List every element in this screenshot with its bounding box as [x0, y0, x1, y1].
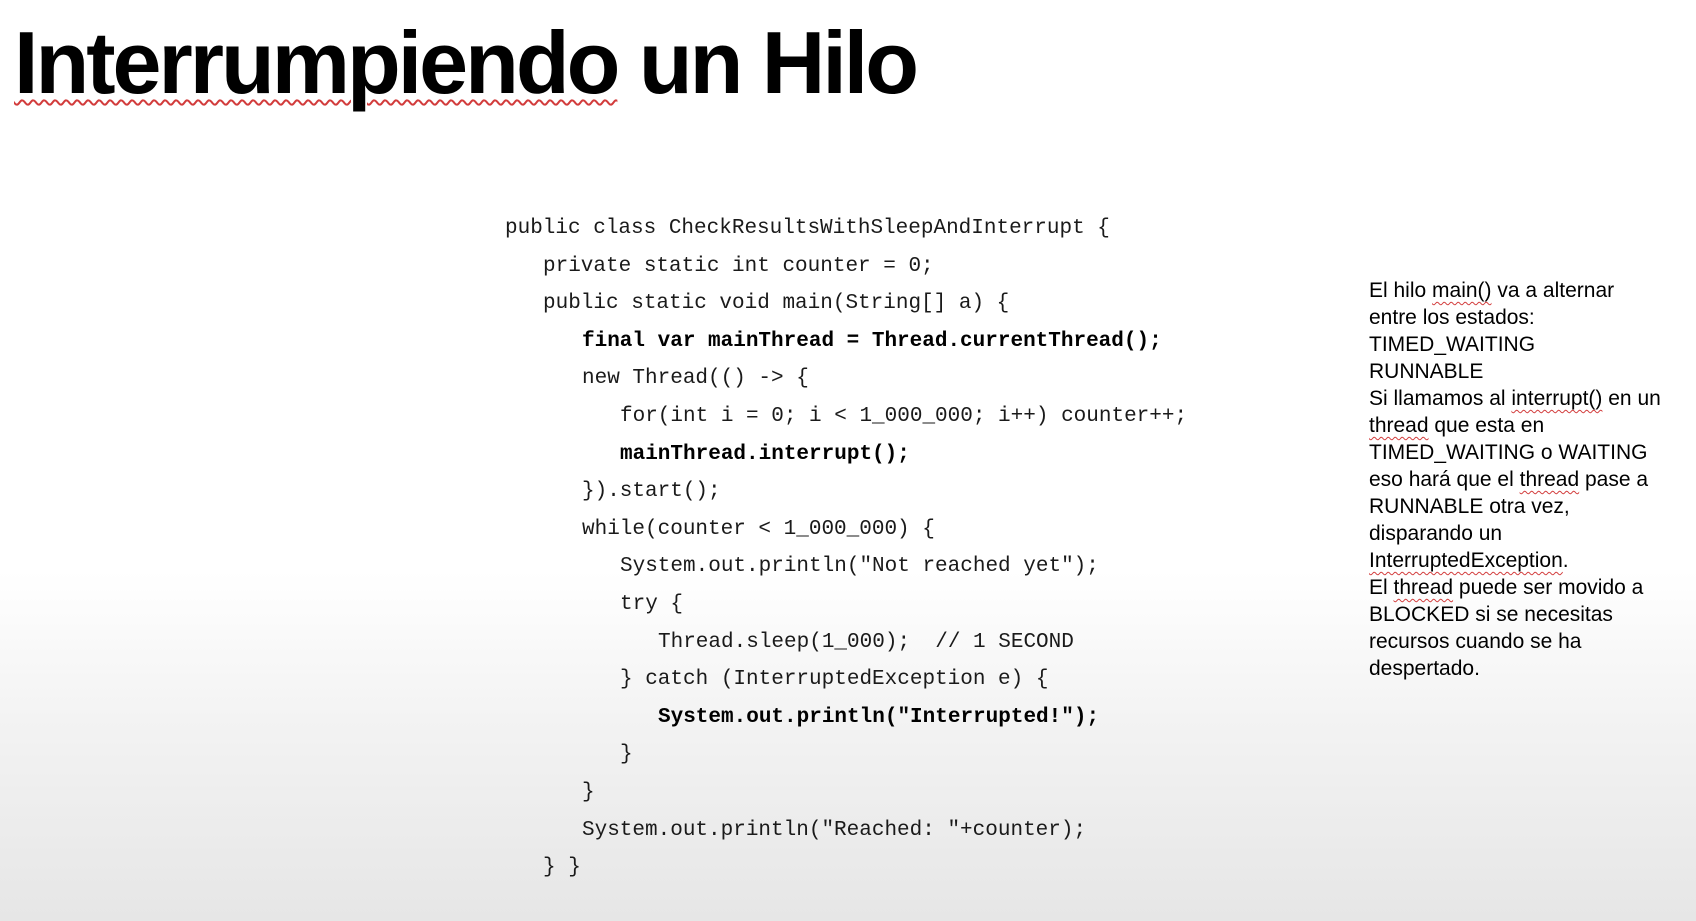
code-line-9: while(counter < 1_000_000) { — [582, 517, 935, 541]
code-block: public class CheckResultsWithSleepAndInt… — [505, 210, 1187, 887]
note-text: El — [1369, 576, 1394, 599]
note-text: que esta en — [1428, 414, 1545, 437]
code-line-17: System.out.println("Reached: "+counter); — [582, 818, 1087, 842]
code-line-6: for(int i = 0; i < 1_000_000; i++) count… — [620, 404, 1188, 428]
title-word-interrumpiendo: Interrumpiendo — [14, 13, 620, 112]
note-term-thread: thread — [1393, 576, 1454, 599]
note-text: pase a — [1579, 468, 1649, 491]
note-text: eso hará que el — [1369, 468, 1520, 491]
code-line-8: }).start(); — [582, 480, 721, 504]
note-line-8: eso hará que el thread pase a — [1369, 466, 1691, 493]
note-term-interruptedexception: InterruptedException — [1369, 549, 1563, 572]
note-text: va a alternar — [1491, 279, 1615, 302]
note-line-5: Si llamamos al interrupt() en un — [1369, 385, 1691, 412]
code-line-3: public static void main(String[] a) { — [543, 292, 1010, 316]
note-line-10: disparando un — [1369, 522, 1503, 545]
note-line-15: despertado. — [1369, 657, 1480, 680]
note-line-1: El hilo main() va a alternar — [1369, 277, 1691, 304]
note-text: Si llamamos al — [1369, 387, 1512, 410]
code-line-1: public class CheckResultsWithSleepAndInt… — [505, 217, 1110, 240]
code-line-18: } } — [543, 856, 581, 880]
note-line-14: recursos cuando se ha — [1369, 630, 1582, 653]
note-text: en un — [1602, 387, 1661, 410]
code-line-12: Thread.sleep(1_000); // 1 SECOND — [658, 630, 1074, 654]
code-line-16: } — [582, 780, 595, 804]
slide-title: Interrumpiendo un Hilo — [14, 10, 919, 116]
note-line-3: TIMED_WAITING — [1369, 333, 1536, 356]
code-line-13: } catch (InterruptedException e) { — [620, 668, 1049, 692]
note-line-12: El thread puede ser movido a — [1369, 574, 1691, 601]
note-line-13: BLOCKED si se necesitas — [1369, 603, 1613, 626]
note-text: puede ser movido a — [1453, 576, 1644, 599]
note-line-9: RUNNABLE otra vez, — [1369, 495, 1570, 518]
code-line-7: mainThread.interrupt(); — [620, 442, 910, 466]
note-line-11: InterruptedException. — [1369, 547, 1691, 574]
explanation-notes: El hilo main() va a alternar entre los e… — [1369, 277, 1691, 682]
code-line-14: System.out.println("Interrupted!"); — [658, 705, 1100, 729]
code-line-2: private static int counter = 0; — [543, 254, 934, 278]
code-line-15: } — [620, 743, 633, 767]
code-line-11: try { — [620, 592, 684, 616]
title-rest: un Hilo — [638, 13, 919, 112]
note-line-4: RUNNABLE — [1369, 360, 1484, 383]
note-text: . — [1562, 549, 1569, 572]
note-term-thread: thread — [1369, 414, 1429, 437]
note-term-interrupt: interrupt() — [1511, 387, 1603, 410]
note-term-thread: thread — [1519, 468, 1580, 491]
note-text: El hilo — [1369, 279, 1433, 302]
note-line-2: entre los estados: — [1369, 306, 1535, 329]
note-term-main: main() — [1432, 279, 1492, 302]
note-line-6: thread que esta en — [1369, 412, 1691, 439]
code-line-4: final var mainThread = Thread.currentThr… — [582, 329, 1162, 353]
note-line-7: TIMED_WAITING o WAITING — [1369, 441, 1648, 464]
code-line-5: new Thread(() -> { — [582, 367, 809, 391]
code-line-10: System.out.println("Not reached yet"); — [620, 555, 1099, 579]
